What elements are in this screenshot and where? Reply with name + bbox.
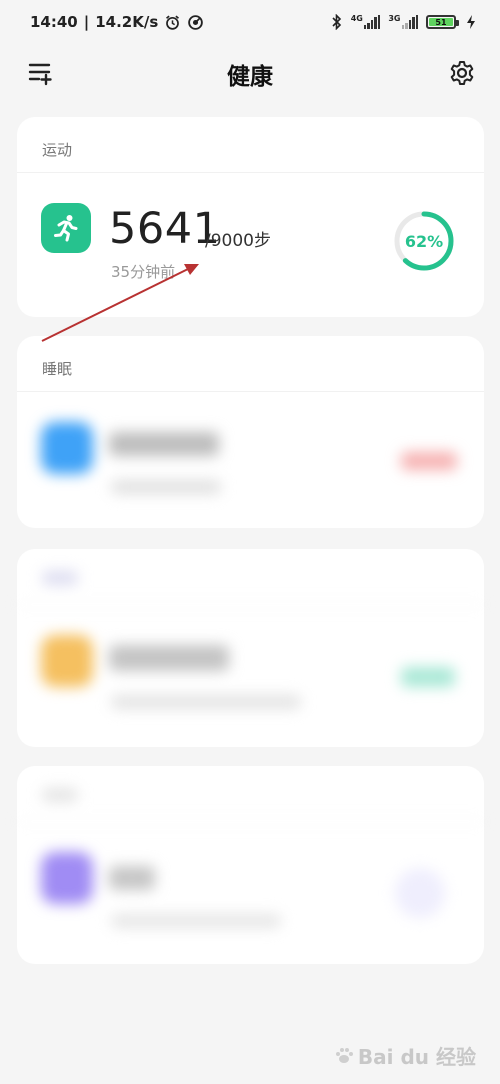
card3-body-blurred	[17, 605, 484, 749]
card4-ring-placeholder	[395, 868, 445, 918]
card4-icon	[41, 852, 93, 904]
sim2-signal: 3G	[388, 15, 418, 29]
sleep-card-label: 睡眠	[17, 336, 484, 392]
card3-subtitle-placeholder	[111, 695, 301, 709]
steps-count: 5641	[109, 204, 221, 254]
sleep-time-placeholder	[111, 480, 221, 494]
target-icon	[188, 14, 204, 30]
card3-badge-placeholder	[401, 667, 455, 687]
gear-icon[interactable]	[448, 59, 476, 87]
sleep-value-placeholder	[109, 432, 219, 456]
card3-icon	[41, 635, 93, 687]
watermark: Bai du 经验	[334, 1041, 476, 1070]
card4-label-blurred	[17, 766, 484, 822]
bluetooth-icon	[332, 14, 341, 30]
sim1-signal-bars-icon	[363, 15, 381, 29]
page-title: 健康	[227, 64, 273, 90]
status-net-speed: 14.2K/s	[95, 13, 159, 31]
battery-icon: 51	[426, 15, 459, 29]
card4-value-placeholder	[109, 866, 155, 890]
watermark-text: Bai du 经验	[357, 1045, 476, 1069]
sleep-card-body-blurred	[17, 392, 484, 536]
alarm-icon	[166, 14, 180, 30]
steps-card-label: 运动	[17, 117, 484, 173]
health-card-3[interactable]	[17, 549, 484, 747]
menu-add-icon[interactable]	[28, 60, 54, 86]
card3-value-placeholder	[109, 645, 229, 671]
sleep-card[interactable]: 睡眠	[17, 336, 484, 528]
status-divider: |	[83, 13, 90, 31]
steps-card-body: 5641 /9000步 35分钟前 62%	[17, 173, 484, 317]
card4-subtitle-placeholder	[111, 914, 281, 928]
steps-goal: /9000步	[205, 231, 271, 251]
sleep-icon	[41, 422, 93, 474]
steps-percent: 62%	[404, 231, 444, 251]
health-card-4[interactable]	[17, 766, 484, 964]
steps-updated-time: 35分钟前	[111, 263, 176, 281]
sim2-type: 3G	[388, 14, 401, 23]
sleep-badge-placeholder	[401, 452, 457, 470]
sim2-signal-bars-icon	[401, 15, 418, 29]
sim1-signal: 4G	[351, 15, 381, 29]
running-icon	[41, 203, 91, 253]
status-bar: 14:40 | 14.2K/s 4G 3G 51	[0, 0, 500, 44]
sim1-type: 4G	[350, 14, 363, 23]
battery-level: 51	[435, 17, 447, 27]
charging-icon	[467, 15, 475, 29]
paw-logo-icon	[335, 1047, 353, 1063]
steps-card[interactable]: 运动 5641 /9000步 35分钟前 62%	[17, 117, 484, 317]
card4-body-blurred	[17, 822, 484, 966]
app-header: 健康	[0, 44, 500, 104]
status-time: 14:40	[30, 13, 78, 31]
card3-label-blurred	[17, 549, 484, 605]
